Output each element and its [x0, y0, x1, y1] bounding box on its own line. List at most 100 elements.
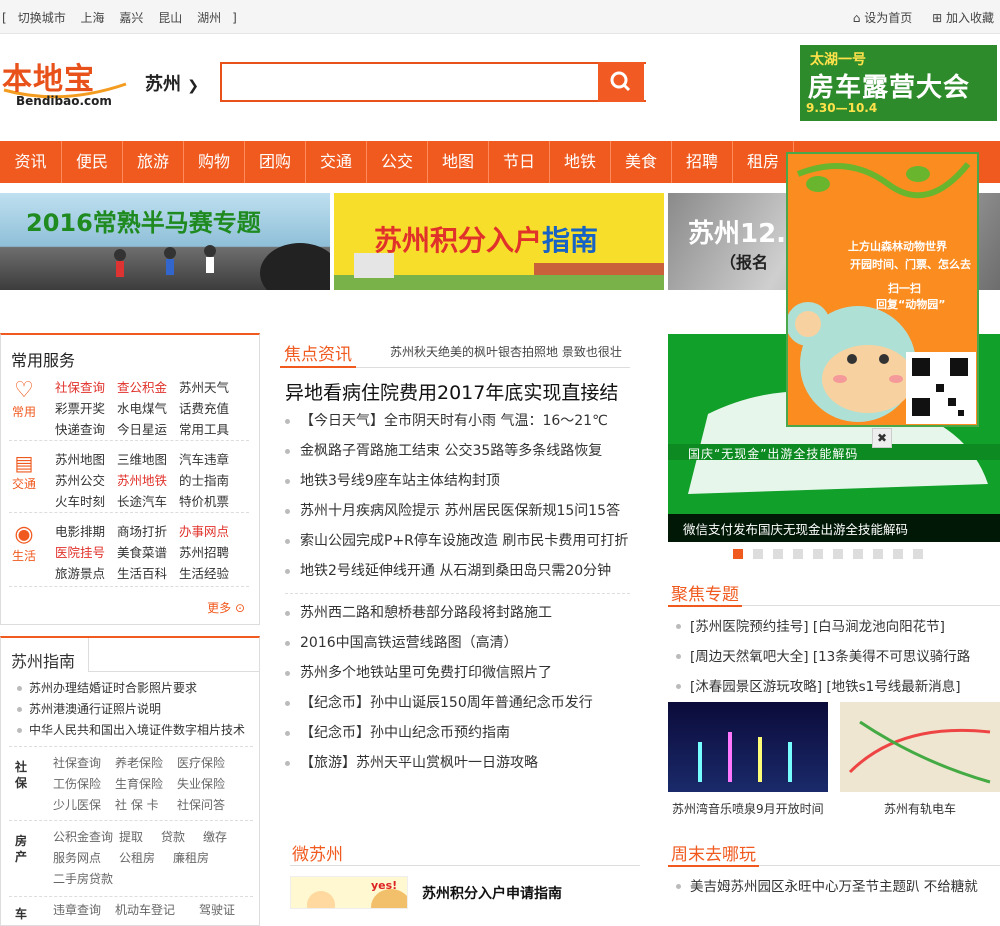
- news-item[interactable]: 【纪念币】孙中山诞辰150周年普通纪念币发行: [285, 688, 630, 718]
- slider-dot[interactable]: [773, 549, 783, 559]
- link-recipes[interactable]: 美食菜谱: [117, 542, 179, 563]
- link-tips[interactable]: 生活经验: [179, 563, 241, 584]
- nav-item-jobs[interactable]: 招聘: [672, 141, 733, 183]
- news-item[interactable]: 苏州西二路和憩桥巷部分路段将封路施工: [285, 598, 630, 628]
- topic-item[interactable]: [沐春园景区游玩攻略] [地铁s1号线最新消息]: [672, 672, 1000, 702]
- link-service-points[interactable]: 服务网点: [53, 848, 119, 869]
- site-logo[interactable]: 本地宝 Bendibao.com: [2, 54, 130, 112]
- wechat-thumbnail[interactable]: yes!: [290, 876, 408, 909]
- popup-close-icon[interactable]: ✖: [872, 428, 892, 448]
- nav-item-map[interactable]: 地图: [428, 141, 489, 183]
- link-public-rental[interactable]: 公租房: [119, 848, 173, 869]
- guide-item[interactable]: 中华人民共和国出入境证件数字相片技术: [15, 720, 245, 741]
- link-flights[interactable]: 特价机票: [179, 491, 241, 512]
- link-phone-topup[interactable]: 话费充值: [179, 398, 241, 419]
- link-weather[interactable]: 苏州天气: [179, 377, 241, 398]
- photo-tram-caption[interactable]: 苏州有轨电车: [884, 800, 956, 817]
- link-unemployment[interactable]: 失业保险: [177, 774, 239, 795]
- link-coach[interactable]: 长途汽车: [117, 491, 179, 512]
- services-more-link[interactable]: 更多 ⊙: [207, 599, 245, 616]
- link-utilities[interactable]: 水电煤气: [117, 398, 179, 419]
- link-medical[interactable]: 医疗保险: [177, 753, 239, 774]
- link-ss-card[interactable]: 社 保 卡: [115, 795, 177, 816]
- link-second-hand-loan[interactable]: 二手房贷款: [53, 872, 113, 886]
- link-deposit[interactable]: 缴存: [203, 830, 227, 844]
- link-violation-query[interactable]: 违章查询: [53, 901, 115, 918]
- header-ad-banner[interactable]: 太湖一号 房车露营大会 9.30—10.4: [800, 45, 997, 121]
- news-item[interactable]: 地铁2号线延伸线开通 从石湖到桑田岛只需20分钟: [285, 556, 630, 586]
- headline-link[interactable]: 异地看病住院费用2017年底实现直接结: [285, 378, 618, 405]
- nav-item-groupbuy[interactable]: 团购: [245, 141, 306, 183]
- nav-item-festival[interactable]: 节日: [489, 141, 550, 183]
- link-jobs[interactable]: 苏州招聘: [179, 542, 241, 563]
- topic-item[interactable]: [苏州医院预约挂号] [白马涧龙池向阳花节]: [672, 612, 1000, 642]
- link-ss-query[interactable]: 社保查询: [53, 753, 115, 774]
- link-suzhou-map[interactable]: 苏州地图: [55, 449, 117, 470]
- news-item[interactable]: 金枫路子胥路施工结束 公交35路等多条线路恢复: [285, 436, 630, 466]
- nav-item-metro[interactable]: 地铁: [550, 141, 611, 183]
- city-link-kunshan[interactable]: 昆山: [158, 11, 182, 25]
- slider-dot[interactable]: [873, 549, 883, 559]
- banner-half-marathon[interactable]: 2016常熟半马赛专题: [0, 193, 330, 290]
- slider-dot[interactable]: [793, 549, 803, 559]
- guide-item[interactable]: 苏州港澳通行证照片说明: [15, 699, 245, 720]
- news-item[interactable]: 【纪念币】孙中山纪念币预约指南: [285, 718, 630, 748]
- nav-item-rent[interactable]: 租房: [733, 141, 794, 183]
- link-low-rent[interactable]: 廉租房: [173, 851, 209, 865]
- switch-city-link[interactable]: 切换城市: [18, 11, 66, 25]
- slider-dot[interactable]: [833, 549, 843, 559]
- link-license[interactable]: 驾驶证: [199, 903, 235, 917]
- city-link-shanghai[interactable]: 上海: [81, 11, 105, 25]
- photo-fountain[interactable]: [668, 702, 828, 792]
- link-withdraw[interactable]: 提取: [119, 827, 161, 848]
- slider-dot[interactable]: [813, 549, 823, 559]
- news-item[interactable]: 【旅游】苏州天平山赏枫叶一日游攻略: [285, 748, 630, 778]
- set-home-link[interactable]: ⌂ 设为首页: [853, 11, 912, 25]
- link-ss-qa[interactable]: 社保问答: [177, 795, 239, 816]
- link-pension[interactable]: 养老保险: [115, 753, 177, 774]
- link-vehicle-register[interactable]: 机动车登记: [115, 901, 199, 918]
- link-loan[interactable]: 贷款: [161, 827, 203, 848]
- city-link-jiaxing[interactable]: 嘉兴: [119, 11, 143, 25]
- link-lottery[interactable]: 彩票开奖: [55, 398, 117, 419]
- topic-item[interactable]: [周边天然氧吧大全] [13条美得不可思议骑行路: [672, 642, 1000, 672]
- link-express[interactable]: 快递查询: [55, 419, 117, 440]
- topics-title[interactable]: 聚焦专题: [668, 580, 742, 607]
- news-item[interactable]: 【今日天气】全市阴天时有小雨 气温：16～21℃: [285, 406, 630, 436]
- news-item[interactable]: 地铁3号线9座车站主体结构封顶: [285, 466, 630, 496]
- guide-tab[interactable]: 苏州指南: [1, 638, 89, 672]
- weekend-item[interactable]: 美吉姆苏州园区永旺中心万圣节主题趴 不给糖就: [672, 872, 1000, 902]
- wechat-title[interactable]: 微苏州: [292, 840, 343, 865]
- focus-news-title[interactable]: 焦点资讯: [280, 340, 356, 368]
- nav-item-convenience[interactable]: 便民: [62, 141, 123, 183]
- link-suzhou-bus[interactable]: 苏州公交: [55, 470, 117, 491]
- city-link-huzhou[interactable]: 湖州: [197, 11, 221, 25]
- nav-item-news[interactable]: 资讯: [0, 141, 62, 183]
- nav-item-traffic[interactable]: 交通: [306, 141, 367, 183]
- link-taxi[interactable]: 的士指南: [179, 470, 241, 491]
- link-suzhou-metro[interactable]: 苏州地铁: [117, 470, 179, 491]
- link-horoscope[interactable]: 今日星运: [117, 419, 179, 440]
- link-injury[interactable]: 工伤保险: [53, 774, 115, 795]
- link-attractions[interactable]: 旅游景点: [55, 563, 117, 584]
- link-social-security[interactable]: 社保查询: [55, 377, 117, 398]
- link-fund-query[interactable]: 公积金查询: [53, 827, 119, 848]
- wechat-item-link[interactable]: 苏州积分入户申请指南: [422, 883, 562, 903]
- link-3d-map[interactable]: 三维地图: [117, 449, 179, 470]
- photo-fountain-caption[interactable]: 苏州湾音乐喷泉9月开放时间: [672, 800, 824, 817]
- nav-item-travel[interactable]: 旅游: [123, 141, 184, 183]
- news-item[interactable]: 2016中国高铁运营线路图（高清）: [285, 628, 630, 658]
- banner-points-hukou[interactable]: 苏州积分入户指南: [334, 193, 664, 290]
- photo-tram[interactable]: [840, 702, 1000, 792]
- news-item[interactable]: 索山公园完成P+R停车设施改造 刷市民卡费用可打折: [285, 526, 630, 556]
- guide-item[interactable]: 苏州办理结婚证时合影照片要求: [15, 678, 245, 699]
- nav-item-shopping[interactable]: 购物: [184, 141, 245, 183]
- news-item[interactable]: 苏州多个地铁站里可免费打印微信照片了: [285, 658, 630, 688]
- slider-caption[interactable]: 微信支付发布国庆无现金出游全技能解码: [668, 514, 1000, 542]
- nav-item-bus[interactable]: 公交: [367, 141, 428, 183]
- link-train[interactable]: 火车时刻: [55, 491, 117, 512]
- link-child-insurance[interactable]: 少儿医保: [53, 795, 115, 816]
- link-movies[interactable]: 电影排期: [55, 521, 117, 542]
- slider-dot[interactable]: [913, 549, 923, 559]
- weekend-title[interactable]: 周末去哪玩: [668, 840, 759, 867]
